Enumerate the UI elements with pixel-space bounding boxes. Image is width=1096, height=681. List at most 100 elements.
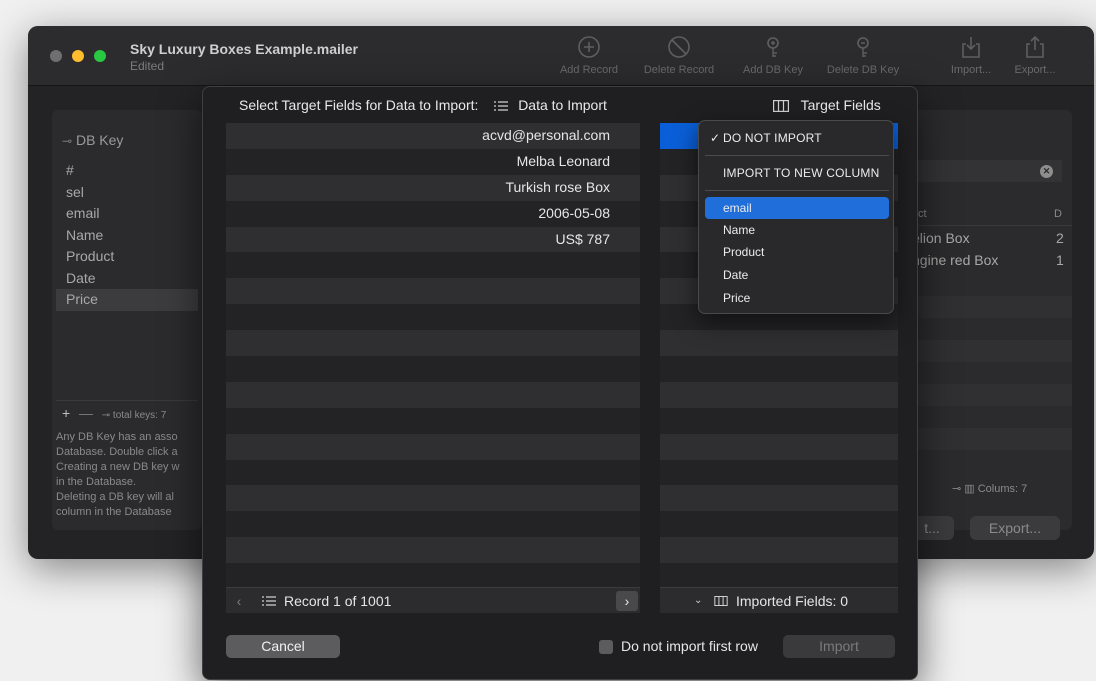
menu-item-date[interactable]: Date (705, 264, 889, 286)
menu-item-do-not-import[interactable]: ✓ DO NOT IMPORT (705, 127, 889, 149)
key-icon: ⊸ (62, 134, 73, 148)
zoom-window-button[interactable] (94, 50, 106, 62)
db-key-item[interactable]: email (56, 203, 198, 225)
data-to-import-list: acvd@personal.com Melba Leonard Turkish … (226, 123, 640, 587)
menu-item-email[interactable]: email (705, 197, 889, 219)
previous-record-button[interactable]: ‹ (228, 591, 250, 611)
column-header-date[interactable]: D (1054, 202, 1062, 226)
cancel-button[interactable]: Cancel (226, 635, 340, 658)
target-field-popup-menu: ✓ DO NOT IMPORT IMPORT TO NEW COLUMN ema… (698, 120, 894, 314)
description-line: in the Database. (56, 476, 137, 488)
description-line: column in the Database (56, 506, 172, 518)
menu-item-import-new-column[interactable]: IMPORT TO NEW COLUMN (705, 162, 889, 184)
table-row (912, 428, 1072, 450)
menu-separator (705, 190, 889, 191)
list-item (226, 511, 640, 538)
columns-footer: ⊸ ▥ Colums: 7 (952, 482, 1027, 495)
export-button[interactable]: Export... (970, 516, 1060, 540)
add-record-button[interactable]: Add Record (544, 34, 634, 82)
menu-item-label: Price (723, 291, 751, 305)
db-key-item[interactable]: Date (56, 268, 198, 290)
list-icon (494, 101, 509, 111)
database-cell[interactable]: ngine red Box (912, 252, 998, 268)
db-key-item[interactable]: # (56, 160, 198, 182)
data-to-import-header: Data to Import (518, 97, 607, 113)
menu-item-label: IMPORT TO NEW COLUMN (723, 166, 880, 180)
target-field-row (660, 407, 898, 434)
db-key-item[interactable]: Name (56, 225, 198, 247)
column-header-product[interactable]: ct (918, 202, 927, 226)
export-toolbar-button[interactable]: Export... (1006, 34, 1064, 82)
window-title: Sky Luxury Boxes Example.mailer (130, 41, 358, 57)
delete-db-key-button[interactable]: Delete DB Key (818, 34, 908, 82)
menu-item-label: Date (723, 268, 749, 282)
list-item[interactable]: acvd@personal.com (226, 123, 640, 149)
description-line: Deleting a DB key will al (56, 491, 174, 503)
delete-record-button[interactable]: Delete Record (634, 34, 724, 82)
next-record-button[interactable]: › (616, 591, 638, 611)
import-toolbar-button[interactable]: Import... (942, 34, 1000, 82)
list-item (226, 407, 640, 434)
target-field-row (660, 433, 898, 460)
add-db-key-button[interactable]: Add DB Key (728, 34, 818, 82)
table-row (912, 384, 1072, 406)
list-item[interactable]: 2006-05-08 (226, 200, 640, 227)
target-field-row (660, 330, 898, 357)
list-item (226, 381, 640, 408)
description-line: Database. Double click a (56, 446, 178, 458)
menu-item-price[interactable]: Price (705, 287, 889, 309)
list-item[interactable]: US$ 787 (226, 226, 640, 253)
list-item (226, 563, 640, 587)
target-fields-header: Target Fields (773, 97, 881, 113)
list-item (226, 330, 640, 357)
menu-item-product[interactable]: Product (705, 241, 889, 263)
table-row (912, 340, 1072, 362)
columns-icon (714, 596, 728, 606)
minimize-window-button[interactable] (72, 50, 84, 62)
target-field-row (660, 485, 898, 512)
menu-separator (705, 155, 889, 156)
close-window-button[interactable] (50, 50, 62, 62)
target-field-row (660, 537, 898, 564)
db-key-item-selected[interactable]: Price (56, 289, 198, 311)
db-key-item[interactable]: sel (56, 182, 198, 204)
prohibit-icon (668, 36, 690, 58)
delete-db-key-label: Delete DB Key (826, 64, 900, 76)
delete-record-label: Delete Record (643, 64, 715, 76)
list-item (226, 459, 640, 486)
remove-key-small-button[interactable]: — (79, 405, 93, 421)
import-button[interactable]: Import (783, 635, 895, 658)
list-item[interactable]: Turkish rose Box (226, 174, 640, 201)
list-icon (262, 596, 276, 606)
import-toolbar-label: Import... (950, 64, 992, 76)
database-cell[interactable]: elion Box (912, 230, 970, 246)
database-header-row: ct D (912, 202, 1072, 226)
export-icon (1026, 35, 1044, 58)
add-record-label: Add Record (559, 64, 619, 76)
database-cell[interactable]: 1 (1056, 252, 1064, 268)
list-item (226, 252, 640, 279)
key-small-icon: ⊸ (101, 410, 111, 421)
list-item[interactable]: Melba Leonard (226, 148, 640, 175)
db-key-footer: + — ⊸ total keys: 7 (56, 400, 198, 424)
list-item (226, 356, 640, 382)
add-key-small-button[interactable]: + (62, 405, 70, 421)
import-icon (962, 37, 980, 58)
list-item (226, 304, 640, 331)
target-field-row (660, 563, 898, 587)
list-item (226, 537, 640, 564)
description-line: Creating a new DB key w (56, 461, 180, 473)
target-field-row (660, 459, 898, 486)
menu-item-name[interactable]: Name (705, 219, 889, 241)
chevron-down-icon[interactable]: ⌄ (694, 588, 702, 614)
target-field-row (660, 511, 898, 538)
db-key-list: # sel email Name Product Date Price (56, 160, 198, 311)
do-not-import-first-row-checkbox[interactable] (599, 640, 613, 654)
total-keys-label: total keys: 7 (112, 410, 167, 421)
clear-search-icon[interactable]: ✕ (1040, 165, 1053, 178)
database-cell[interactable]: 2 (1056, 230, 1064, 246)
checkmark-icon: ✓ (710, 131, 721, 145)
db-key-item[interactable]: Product (56, 246, 198, 268)
db-key-header-label: DB Key (75, 132, 124, 148)
list-item (226, 433, 640, 460)
